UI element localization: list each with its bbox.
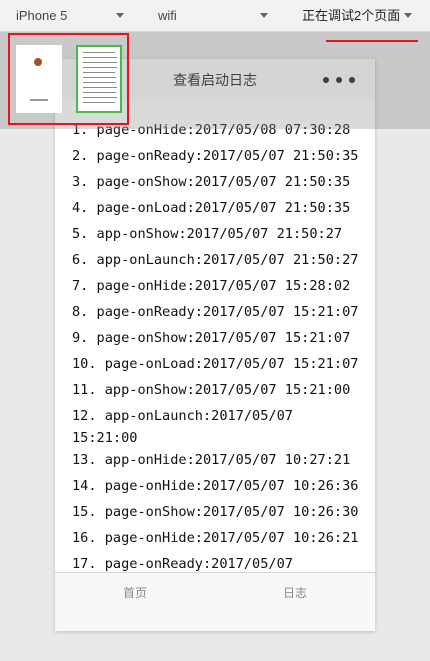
thumbnail-line	[83, 72, 115, 73]
page-stack-highlight	[8, 33, 129, 125]
avatar	[34, 58, 42, 66]
list-item: 17. page-onReady:2017/05/07	[72, 556, 293, 572]
thumbnail-line	[83, 92, 116, 93]
list-item: 9. page-onShow:2017/05/07 15:21:07	[72, 330, 351, 346]
list-item: 12. app-onLaunch:2017/05/07 15:21:00	[72, 408, 302, 446]
network-select[interactable]: wifi	[158, 0, 278, 32]
list-item: 5. app-onShow:2017/05/07 21:50:27	[72, 226, 343, 242]
log-list[interactable]: 1. page-onHide:2017/05/08 07:30:28 2. pa…	[55, 119, 375, 572]
dot	[349, 77, 355, 83]
dot	[336, 77, 342, 83]
thumbnail-line	[83, 52, 115, 53]
tab-bar: 首页 日志	[55, 572, 375, 631]
list-item: 7. page-onHide:2017/05/07 15:28:02	[72, 278, 351, 294]
debug-pages-label: 正在调试2个页面	[302, 8, 401, 23]
list-item: 8. page-onReady:2017/05/07 15:21:07	[72, 304, 359, 320]
list-item: 14. page-onHide:2017/05/07 10:26:36	[72, 478, 359, 494]
list-item: 11. app-onShow:2017/05/07 15:21:00	[72, 382, 351, 398]
network-select-label: wifi	[158, 8, 177, 23]
thumbnail-line	[83, 77, 116, 78]
simulator-toolbar: iPhone 5 wifi 正在调试2个页面	[0, 0, 430, 32]
page-thumbnail-logs[interactable]	[76, 45, 122, 113]
list-item: 10. page-onLoad:2017/05/07 15:21:07	[72, 356, 359, 372]
tab-home[interactable]: 首页	[55, 573, 215, 613]
tab-log[interactable]: 日志	[215, 573, 375, 613]
thumbnail-text	[30, 99, 48, 101]
thumbnail-line	[83, 102, 115, 103]
debug-pages-underline	[326, 40, 418, 42]
thumbnail-line	[83, 82, 116, 83]
more-dots-icon[interactable]	[319, 69, 359, 91]
dot	[323, 77, 329, 83]
thumbnail-line	[83, 62, 117, 63]
chevron-down-icon	[116, 13, 124, 18]
device-select-label: iPhone 5	[16, 8, 68, 23]
chevron-down-icon	[404, 13, 412, 18]
list-item: 16. page-onHide:2017/05/07 10:26:21	[72, 530, 359, 546]
debug-pages-select[interactable]: 正在调试2个页面	[302, 0, 420, 32]
list-item: 13. app-onHide:2017/05/07 10:27:21	[72, 452, 351, 468]
list-item: 6. app-onLaunch:2017/05/07 21:50:27	[72, 252, 359, 268]
list-item: 3. page-onShow:2017/05/07 21:50:35	[72, 174, 351, 190]
thumbnail-line	[83, 97, 117, 98]
thumbnail-line	[83, 67, 117, 68]
thumbnail-line	[83, 87, 117, 88]
device-select[interactable]: iPhone 5	[16, 0, 136, 32]
list-item: 2. page-onReady:2017/05/07 21:50:35	[72, 148, 359, 164]
page-thumbnail-index[interactable]	[16, 45, 62, 113]
chevron-down-icon	[260, 13, 268, 18]
list-item: 15. page-onShow:2017/05/07 10:26:30	[72, 504, 359, 520]
phone-screen: 查看启动日志 1. page-onHide:2017/05/08 07:30:2…	[55, 59, 375, 631]
list-item: 4. page-onLoad:2017/05/07 21:50:35	[72, 200, 351, 216]
thumbnail-line	[83, 57, 117, 58]
